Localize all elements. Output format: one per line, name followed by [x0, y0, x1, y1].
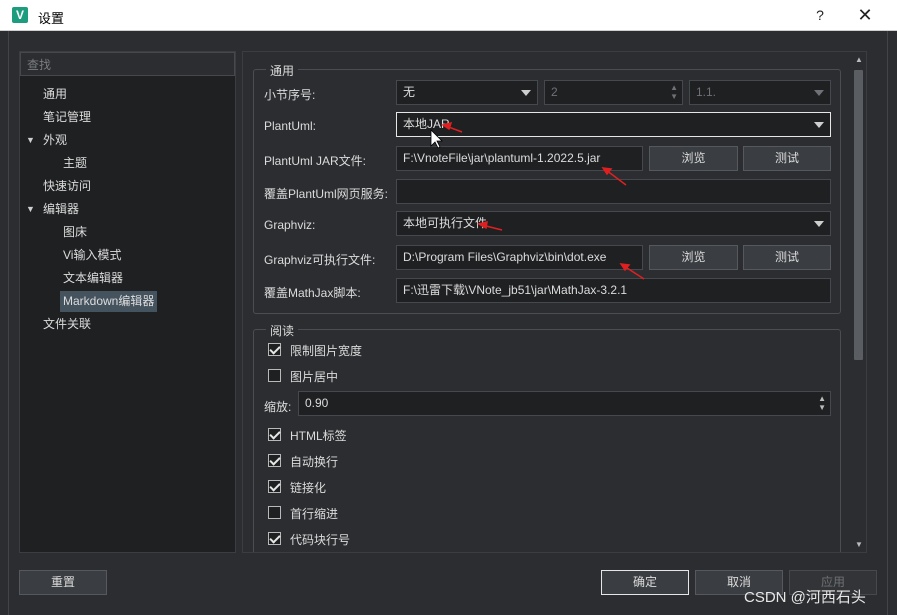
- annotation-arrows: [430, 121, 645, 280]
- annotation-arrow-head: [441, 121, 453, 131]
- annotation-arrow-head: [477, 220, 488, 230]
- watermark: CSDN @河西石头: [744, 589, 866, 606]
- mouse-cursor-icon: [430, 129, 443, 149]
- reset-button[interactable]: 重置: [19, 570, 107, 595]
- ok-button[interactable]: 确定: [601, 570, 689, 595]
